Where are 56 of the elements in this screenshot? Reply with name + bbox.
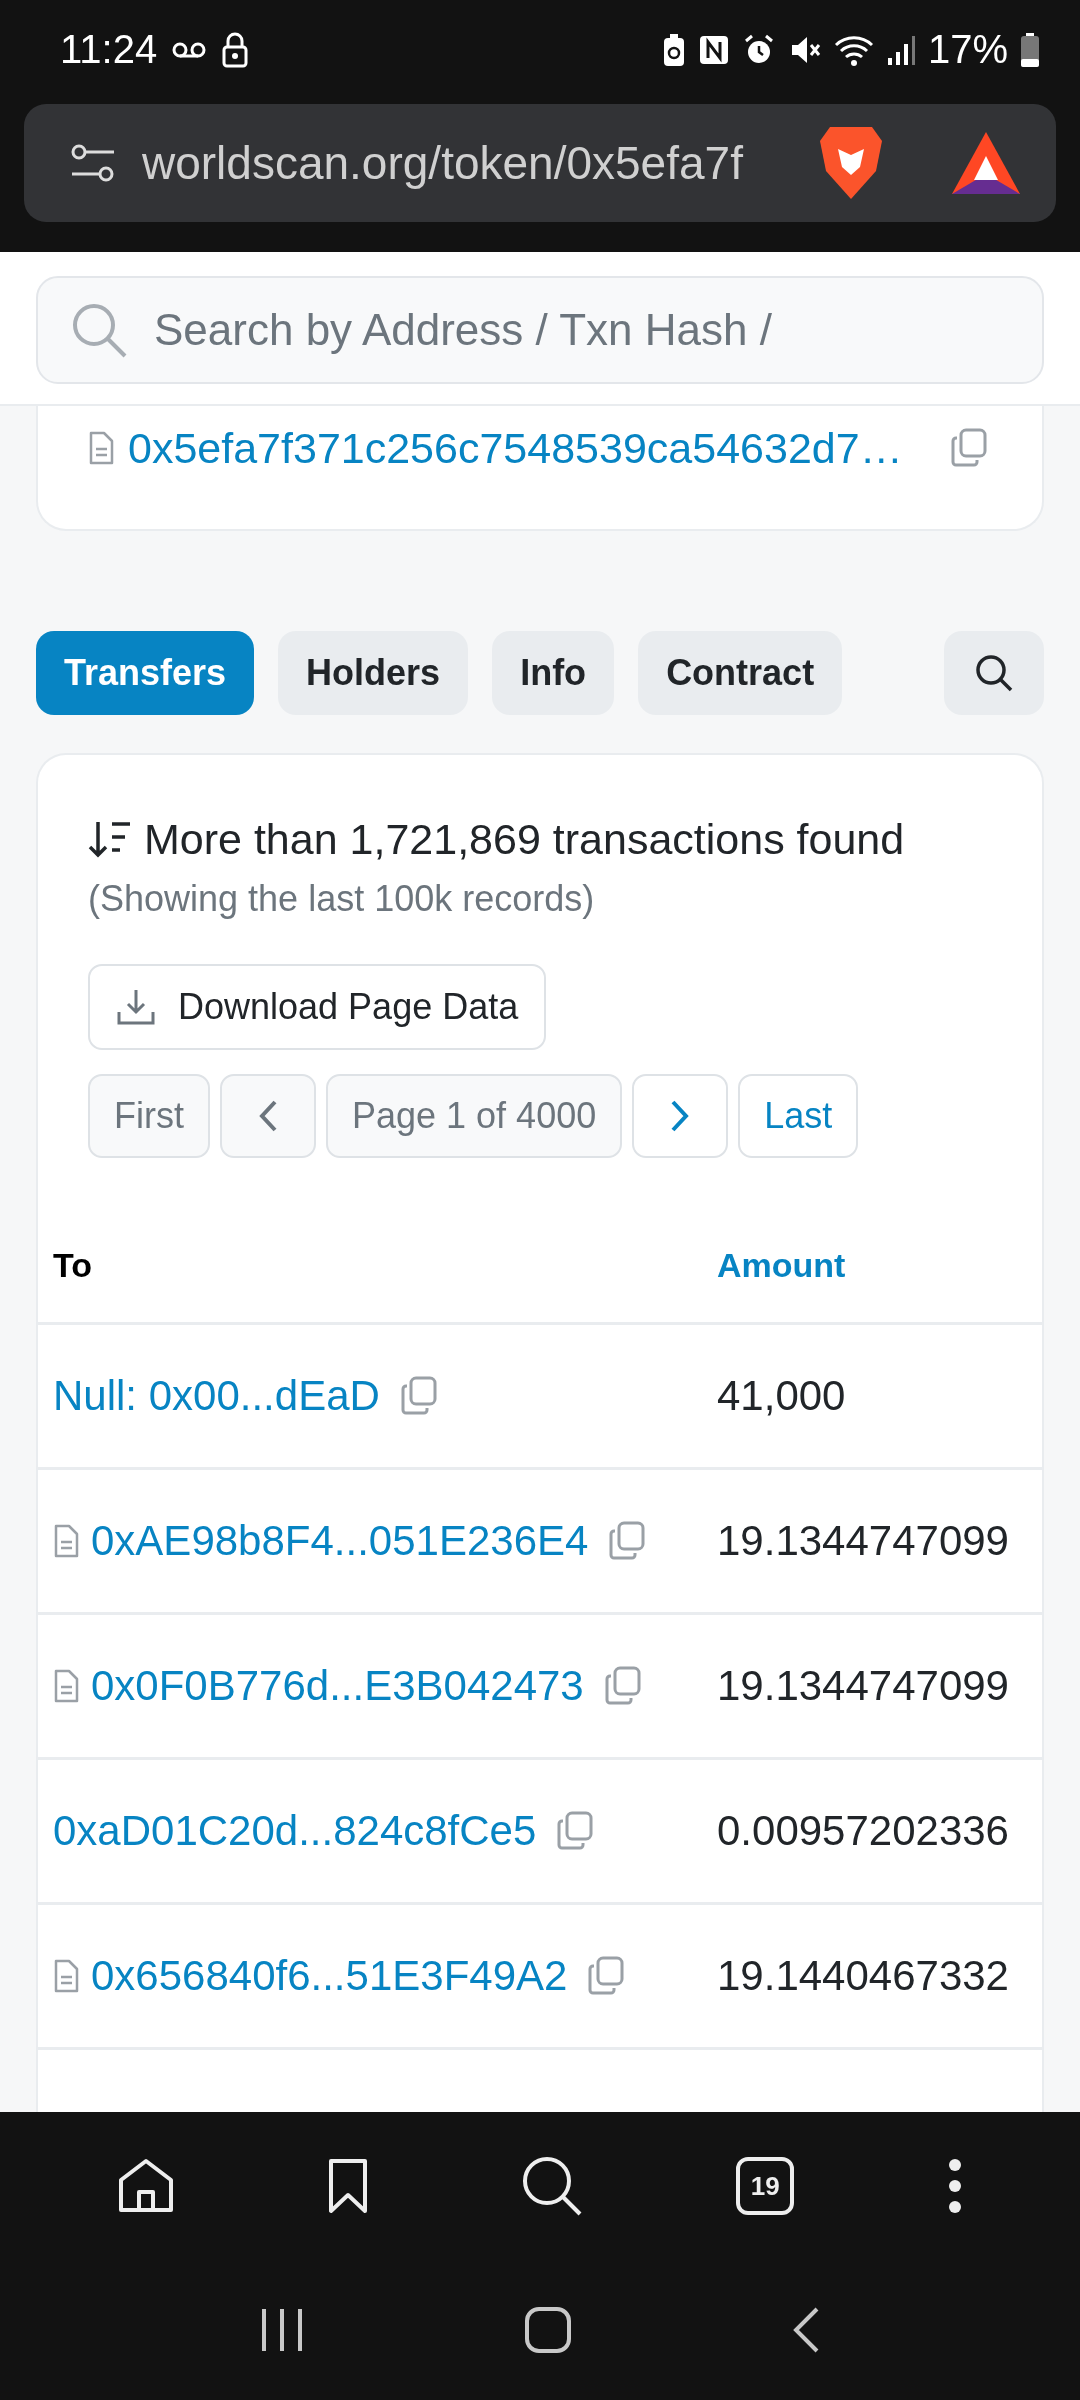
more-options-icon[interactable] — [947, 2158, 964, 2215]
search-button[interactable] — [944, 630, 1044, 715]
address-bar[interactable]: worldscan.org/token/0x5efa7f — [24, 103, 1056, 222]
battery-percent: 17% — [927, 27, 1008, 73]
lock-icon — [221, 31, 250, 68]
tab[interactable]: Holders — [278, 630, 469, 715]
column-header: To — [53, 1245, 92, 1284]
lion-head-icon[interactable] — [818, 124, 884, 201]
tab[interactable]: Info — [492, 630, 615, 715]
address-link[interactable]: 0x0F0B776d...E3B042473 — [91, 1662, 584, 1711]
search-icon — [974, 652, 1014, 693]
back-icon[interactable] — [792, 2307, 820, 2354]
tab[interactable]: Contract — [638, 630, 843, 715]
records-note: (Showing the last 100k records) — [88, 877, 596, 920]
copy-icon[interactable] — [603, 1666, 642, 1707]
sort-icon — [88, 819, 132, 860]
battery-saver-icon — [661, 32, 686, 67]
signal-icon — [885, 33, 916, 66]
address-link[interactable]: 0x656840f6...51E3F49A2 — [91, 1952, 568, 2001]
copy-icon[interactable] — [556, 1811, 595, 1852]
chevron-left-icon — [258, 1098, 278, 1133]
contract-icon — [53, 1669, 79, 1704]
contract-icon — [53, 1959, 79, 1994]
amount-text: 41,000 — [717, 1372, 846, 1420]
search-icon[interactable] — [520, 2155, 583, 2218]
contract-icon — [53, 1524, 79, 1559]
download-button[interactable]: Download Page Data — [88, 963, 547, 1050]
tab-count[interactable]: 19 — [736, 2157, 795, 2216]
amount-text: 19.1344747099 — [717, 1662, 1009, 1710]
document-icon — [88, 431, 114, 466]
copy-icon[interactable] — [950, 428, 988, 469]
copy-icon[interactable] — [587, 1956, 626, 1997]
address-link[interactable]: Null: 0x00...dEaD — [53, 1372, 380, 1421]
nfc-icon — [697, 33, 730, 66]
clock-time: 11:24 — [60, 27, 158, 73]
address-link[interactable]: 0xaD01C20d...824c8fCe5 — [53, 1807, 537, 1856]
amount-text: 19.1440467332 — [717, 1952, 1009, 2000]
transactions-count: More than 1,721,869 transactions found — [144, 814, 905, 864]
address-link[interactable]: 0xAE98b8F4...051E236E4 — [91, 1517, 589, 1566]
copy-icon[interactable] — [608, 1521, 647, 1562]
bookmark-icon[interactable] — [327, 2158, 368, 2215]
home-icon[interactable] — [116, 2158, 175, 2215]
recent-apps-icon[interactable] — [260, 2307, 304, 2354]
search-field[interactable]: Search by Address / Txn Hash / — [36, 275, 1044, 384]
amount-text: 0.00957202336 — [717, 1807, 1009, 1855]
tab[interactable]: Transfers — [36, 630, 255, 715]
home-button-icon[interactable] — [524, 2306, 572, 2355]
last-page-button[interactable]: Last — [738, 1073, 859, 1158]
copy-icon[interactable] — [399, 1376, 438, 1417]
column-header-link[interactable]: Amount — [717, 1245, 846, 1284]
download-icon — [116, 987, 156, 1026]
battery-icon — [1020, 31, 1040, 68]
chevron-right-icon — [670, 1098, 691, 1133]
amount-text: 19.1344747099 — [717, 1517, 1009, 1565]
settings-icon[interactable] — [70, 142, 116, 183]
url-text: worldscan.org/token/0x5efa7f — [142, 135, 744, 190]
